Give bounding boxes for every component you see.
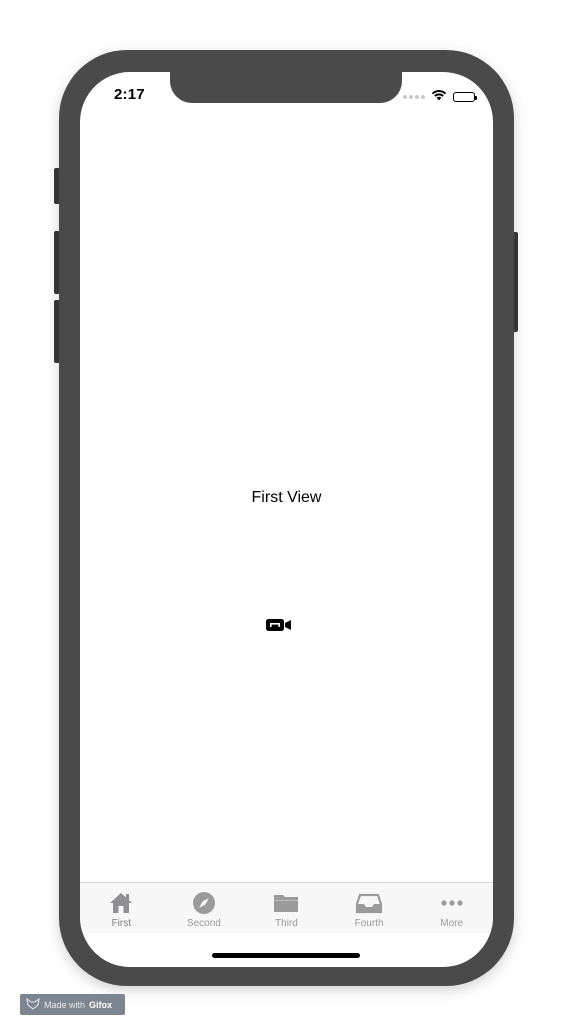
tab-fourth-label: Fourth	[354, 918, 384, 929]
ellipsis-icon	[439, 891, 465, 915]
compass-icon	[192, 891, 216, 915]
notch	[170, 72, 402, 103]
tab-first-label: First	[111, 918, 132, 929]
tab-more[interactable]: More	[410, 883, 493, 933]
tab-first[interactable]: First	[80, 883, 163, 933]
tab-second-label: Second	[186, 918, 221, 929]
tab-more-label: More	[440, 918, 464, 929]
battery-icon	[453, 92, 477, 102]
wifi-icon	[431, 88, 447, 106]
tab-bar: First Second Third Fourth More	[80, 882, 493, 933]
tab-second[interactable]: Second	[163, 883, 246, 933]
watermark-prefix: Made with	[44, 999, 86, 1010]
tab-third[interactable]: Third	[245, 883, 328, 933]
phone-screen: 2:17 First View First Second Third Fourt…	[80, 72, 493, 967]
status-indicators	[403, 88, 477, 106]
inbox-tray-icon	[355, 891, 383, 915]
made-with-watermark: Made with Gifox	[20, 994, 125, 1015]
folder-icon	[272, 891, 300, 915]
watermark-brand: Gifox	[89, 999, 113, 1010]
video-camera-icon	[265, 618, 293, 637]
tab-fourth[interactable]: Fourth	[328, 883, 411, 933]
first-view-label: First View	[251, 489, 322, 506]
house-icon	[108, 891, 134, 915]
signal-icon	[403, 95, 425, 99]
tab-third-label: Third	[275, 918, 298, 929]
fox-logo-icon	[26, 997, 40, 1012]
home-indicator[interactable]	[212, 953, 360, 958]
status-time: 2:17	[114, 86, 145, 103]
